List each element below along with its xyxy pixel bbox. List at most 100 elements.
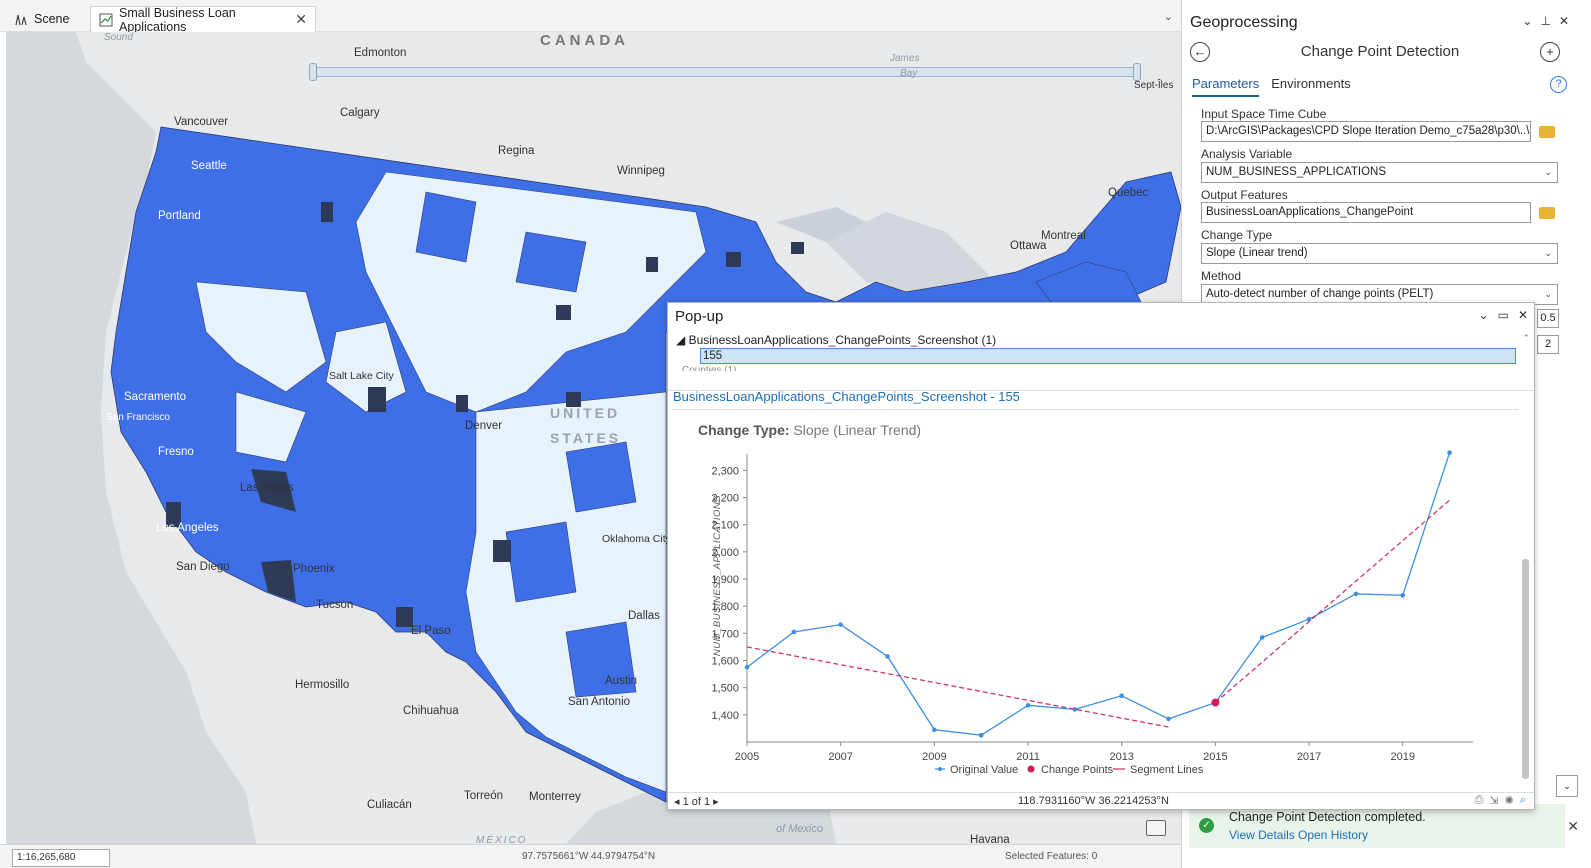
y-tick-label: 1,700 [711,628,739,640]
time-slider-end-handle[interactable] [1133,63,1141,81]
tab-overflow-chevron-icon[interactable]: ⌄ [1164,10,1173,23]
popup-window-buttons: ⌄ ▭ ✕ [1479,308,1528,322]
output-features-field[interactable]: BusinessLoanApplications_ChangePoint [1201,202,1531,223]
label-regina: Regina [498,145,535,157]
flash-icon[interactable]: ✺ [1505,794,1514,807]
original-value-point [885,654,890,659]
label-fresno: Fresno [158,446,194,458]
time-slider[interactable] [309,63,1141,81]
export-icon[interactable]: ⇲ [1489,794,1498,807]
output-features-label: Output Features [1201,188,1288,202]
selected-features-count: Selected Features: 0 [1005,851,1098,862]
original-value-point [838,622,843,627]
original-value-point [1353,591,1359,597]
original-value-point [978,732,984,738]
label-ottawa: Ottawa [1010,240,1047,252]
label-sacramento: Sacramento [124,391,187,403]
tab-active-label: Small Business Loan Applications [119,5,236,34]
x-tick-label: 2013 [1109,751,1133,763]
pane-options-chevron-icon[interactable]: ⌄ [1522,14,1532,28]
change-type-label: Change Type [1201,228,1273,242]
collapse-triangle-icon[interactable]: ◢ [676,333,685,347]
x-tick-label: 2007 [828,751,852,763]
change-point-chart: Change Type: Slope (Linear Trend) NUM_BU… [673,409,1518,791]
popup-scrollbar[interactable] [1520,411,1530,789]
tab-environments[interactable]: Environments [1271,76,1350,97]
label-vancouver: Vancouver [174,116,229,128]
penalty-value-field[interactable]: 0.5 [1537,309,1559,328]
label-portland: Portland [158,210,201,222]
label-hermosillo: Hermosillo [295,679,350,691]
change-type-value: Slope (Linear trend) [1206,247,1308,259]
help-icon[interactable]: ? [1550,76,1567,93]
time-slider-start-handle[interactable] [309,63,317,81]
analysis-variable-select[interactable]: NUM_BUSINESS_APPLICATIONS ⌄ [1201,162,1558,183]
pane-title: Geoprocessing [1190,14,1298,31]
tab-small-business-loan-applications[interactable]: Small Business Loan Applications ✕ [90,5,316,34]
y-tick-label: 2,200 [711,492,739,504]
dismiss-message-icon[interactable]: ✕ [1567,818,1579,835]
label-los-angeles: Los Angeles [156,522,219,534]
legend-label: Change Points [1041,764,1114,776]
y-tick-label: 2,100 [711,520,739,532]
label-united: UNITED [550,405,621,421]
pin-icon[interactable]: ⊥ [1540,14,1550,28]
maximize-icon[interactable]: ▭ [1498,308,1509,322]
y-tick-label: 1,500 [711,683,739,695]
close-popup-icon[interactable]: ✕ [1518,308,1528,322]
y-tick-label: 1,900 [711,574,739,586]
label-winnipeg: Winnipeg [617,165,665,177]
open-history-link[interactable]: Open History [1298,828,1368,842]
chart-plot-area: 1,400 1,500 1,600 1,700 1,800 1,900 2,000 2,100… [711,450,1473,776]
original-value-line [746,452,1451,736]
tool-header: ← Change Point Detection + [1190,40,1570,64]
chevron-down-icon: ⌄ [1544,289,1552,299]
original-value-point [1400,592,1406,598]
label-san-antonio: San Antonio [568,696,631,708]
map-notes-icon[interactable] [1146,820,1166,836]
popup-feature-tree: ◢ BusinessLoanApplications_ChangePoints_… [668,331,1534,391]
run-options-chevron-icon[interactable]: ⌄ [1556,775,1578,797]
analysis-variable-value: NUM_BUSINESS_APPLICATIONS [1206,166,1387,178]
add-plus-icon[interactable]: + [1540,42,1560,62]
close-tab-icon[interactable]: ✕ [295,11,307,28]
tree-next-layer[interactable]: Counties (1) [682,365,736,371]
label-culiacan: Culiacán [367,799,412,811]
map-icon [99,13,113,27]
tab-scene-label: Scene [34,12,70,26]
scale-input[interactable]: 1:16,265,680 [12,849,110,867]
chevron-down-icon: ⌄ [1544,248,1552,258]
method-label: Method [1201,269,1242,283]
min-segment-length-field[interactable]: 2 [1537,335,1559,354]
input-cube-field[interactable]: D:\ArcGIS\Packages\CPD Slope Iteration D… [1201,121,1531,142]
zoom-to-icon[interactable]: ⌕ [1520,794,1526,807]
feature-navigator[interactable]: ◂ 1 of 1 ▸ [674,795,719,808]
label-oklahoma-city: Oklahoma City [602,533,671,545]
popup-window: Pop-up ⌄ ▭ ✕ ◢ BusinessLoanApplications_… [667,302,1535,810]
tab-scene[interactable]: Scene [6,6,84,32]
label-monterrey: Monterrey [529,791,581,803]
view-details-link[interactable]: View Details [1229,828,1295,842]
cursor-coordinates: 97.7575661°W 44.9794754°N [522,851,656,862]
popup-options-chevron-icon[interactable]: ⌄ [1479,308,1489,322]
original-value-point [1259,635,1265,640]
tree-feature-selected[interactable]: 155 [700,348,1516,364]
scene-icon [14,12,28,26]
scrollbar-thumb[interactable] [1522,559,1529,779]
change-type-select[interactable]: Slope (Linear trend) ⌄ [1201,243,1558,264]
tree-scroll-up-icon[interactable]: ⌃ [1522,333,1530,344]
original-value-point [744,664,750,670]
close-pane-icon[interactable]: ✕ [1559,14,1569,28]
tab-parameters[interactable]: Parameters [1192,76,1260,97]
tool-title: Change Point Detection [1300,43,1460,60]
popup-title: Pop-up [675,308,724,325]
label-states: STATES [550,430,622,446]
original-value-point [1119,693,1125,699]
map-status-bar: 1:16,265,680 97.7575661°W 44.9794754°N S… [0,844,1181,868]
browse-folder-icon[interactable] [1539,207,1555,219]
original-value-point [791,629,797,635]
browse-folder-icon[interactable] [1539,126,1555,138]
popup-tools: ⎙ ⇲ ✺ ⌕ [1475,794,1526,807]
tree-layer-node[interactable]: ◢ BusinessLoanApplications_ChangePoints_… [676,333,996,347]
print-icon[interactable]: ⎙ [1475,794,1484,807]
